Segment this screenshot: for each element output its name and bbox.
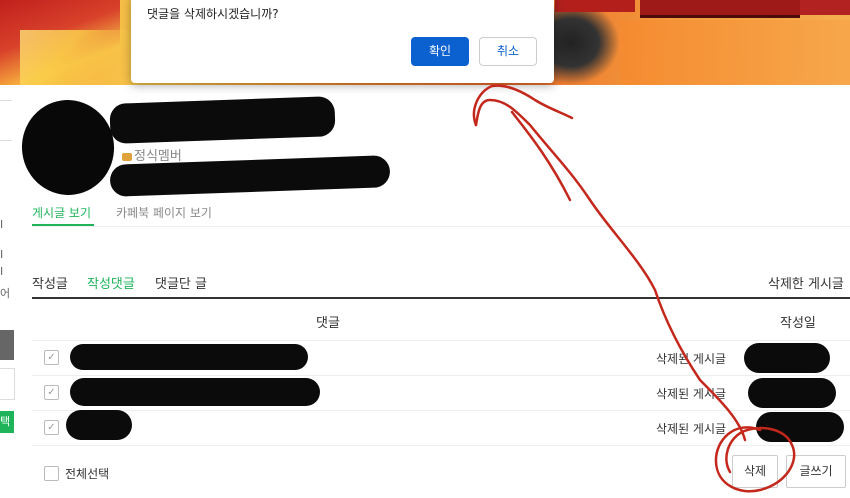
- sidebar-fragment: I I I 어 택: [0, 85, 15, 498]
- column-header-comment: 댓글: [316, 316, 340, 331]
- tab-cafebook[interactable]: 카페북 페이지 보기: [116, 204, 212, 221]
- dialog-message: 댓글을 삭제하시겠습니까?: [147, 7, 279, 21]
- sidebar-fragment-text: I: [0, 218, 4, 231]
- sidebar-fragment-input[interactable]: [0, 368, 15, 400]
- redacted-date: [748, 378, 836, 408]
- sidebar-fragment-button[interactable]: [0, 330, 14, 360]
- row-status: 삭제된 게시글: [656, 422, 727, 436]
- member-grade-icon: [122, 152, 132, 161]
- redacted-date: [756, 412, 844, 442]
- tab-posts[interactable]: 게시글 보기: [32, 204, 91, 221]
- write-button[interactable]: 글쓰기: [786, 455, 846, 488]
- row-status: 삭제된 게시글: [656, 352, 727, 366]
- submenu-divider: [32, 297, 850, 299]
- dialog-cancel-button[interactable]: 취소: [479, 37, 537, 66]
- sidebar-fragment-text: I: [0, 248, 4, 261]
- redacted-nickname: [109, 96, 336, 144]
- redacted-comment: [70, 344, 308, 370]
- member-grade: 정식멤버: [122, 145, 182, 164]
- submenu-my-posts[interactable]: 작성글: [32, 273, 68, 292]
- submenu-commented-posts[interactable]: 댓글단 글: [155, 273, 207, 292]
- row-divider: [32, 375, 850, 376]
- column-header-date: 작성일: [780, 316, 816, 331]
- sidebar-fragment-green-button[interactable]: 택: [0, 411, 14, 433]
- row-divider: [32, 410, 850, 411]
- select-all-checkbox[interactable]: [44, 466, 59, 481]
- confirm-dialog: 댓글을 삭제하시겠습니까? 확인 취소: [131, 0, 554, 83]
- redacted-date: [744, 343, 830, 373]
- row-status: 삭제된 게시글: [656, 387, 727, 401]
- row-checkbox[interactable]: ✓: [44, 350, 59, 365]
- select-all-label[interactable]: 전체선택: [65, 465, 109, 482]
- sidebar-fragment-text: 어: [0, 287, 11, 300]
- delete-button[interactable]: 삭제: [732, 455, 778, 488]
- sidebar-fragment-text: I: [0, 265, 4, 278]
- row-checkbox[interactable]: ✓: [44, 420, 59, 435]
- submenu-my-comments[interactable]: 작성댓글: [87, 273, 135, 292]
- row-checkbox[interactable]: ✓: [44, 385, 59, 400]
- tab-divider: [32, 226, 850, 227]
- row-divider: [32, 445, 850, 446]
- redacted-comment: [66, 410, 132, 440]
- deleted-posts-link[interactable]: 삭제한 게시글: [768, 273, 844, 292]
- dialog-ok-button[interactable]: 확인: [411, 37, 469, 66]
- redacted-comment: [70, 378, 320, 406]
- row-divider: [32, 340, 850, 341]
- avatar: [15, 94, 121, 201]
